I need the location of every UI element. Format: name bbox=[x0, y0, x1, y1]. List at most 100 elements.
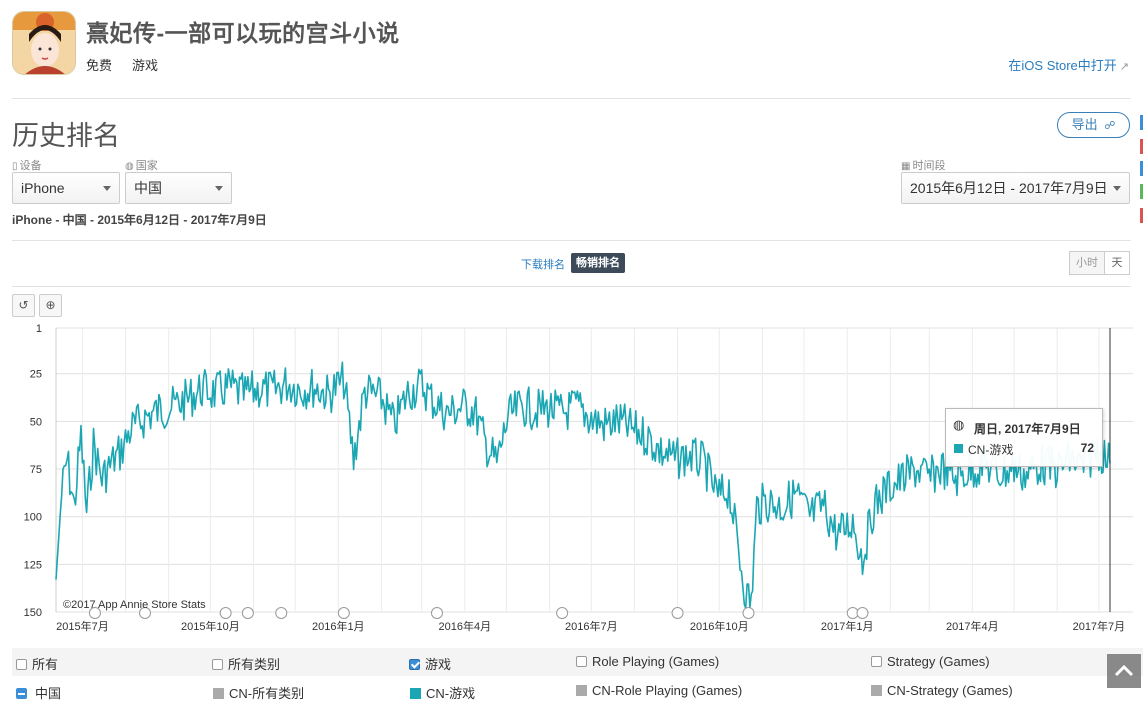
legend-cn-role-playing[interactable]: CN-Role Playing (Games) bbox=[576, 683, 742, 698]
series-legend-row: 中国 CN-所有类别 CN-游戏 CN-Role Playing (Games)… bbox=[12, 677, 1143, 705]
filter-all[interactable]: 所有 bbox=[16, 654, 58, 673]
chevron-down-icon bbox=[103, 186, 111, 191]
country-select-value: 中国 bbox=[134, 180, 162, 196]
y-tick-label: 1 bbox=[36, 323, 42, 335]
date-range-value: 2015年6月12日 - 2017年7月9日 bbox=[910, 180, 1108, 196]
collapse-icon[interactable] bbox=[16, 688, 27, 699]
x-tick-label: 2016年1月 bbox=[312, 619, 365, 633]
device-icon: ▯ bbox=[12, 161, 18, 172]
legend-cn-all-label: CN-所有类别 bbox=[229, 686, 305, 701]
filter-strategy[interactable]: Strategy (Games) bbox=[871, 654, 990, 669]
checkbox[interactable] bbox=[871, 656, 882, 667]
x-tick-label: 2017年7月 bbox=[1073, 619, 1126, 633]
calendar-icon: ▦ bbox=[901, 161, 911, 172]
tab-grossing-rank[interactable]: 畅销排名 bbox=[571, 253, 625, 273]
filter-games[interactable]: 游戏 bbox=[409, 654, 451, 673]
legend-cn-games[interactable]: CN-游戏 bbox=[410, 683, 475, 702]
chart-credit: ©2017 App Annie Store Stats bbox=[63, 599, 206, 611]
x-tick-label: 2015年7月 bbox=[56, 619, 109, 633]
event-marker-icon[interactable] bbox=[337, 607, 350, 619]
country-select[interactable]: 中国 bbox=[125, 172, 232, 204]
device-select[interactable]: iPhone bbox=[12, 172, 120, 204]
y-tick-label: 150 bbox=[24, 607, 42, 619]
event-marker-icon[interactable] bbox=[430, 607, 443, 619]
legend-cn-role-playing-label: CN-Role Playing (Games) bbox=[592, 683, 743, 698]
event-marker-icon[interactable] bbox=[856, 607, 869, 619]
series-line-cn-games[interactable] bbox=[55, 361, 1111, 609]
x-tick-label: 2015年10月 bbox=[181, 619, 240, 633]
filter-role-playing-label: Role Playing (Games) bbox=[592, 654, 720, 669]
selection-summary: iPhone - 中国 - 2015年6月12日 - 2017年7月9日 bbox=[12, 213, 267, 227]
filter-role-playing[interactable]: Role Playing (Games) bbox=[576, 654, 719, 669]
event-marker-icon[interactable] bbox=[742, 607, 755, 619]
x-tick-label: 2017年1月 bbox=[821, 619, 874, 633]
series-swatch bbox=[410, 688, 421, 699]
app-icon bbox=[12, 11, 76, 75]
open-in-ios-store-label: 在iOS Store中打开 bbox=[1008, 58, 1117, 73]
price-tag: 免费 bbox=[86, 58, 113, 73]
divider bbox=[12, 286, 1131, 287]
globe-icon: ◍ bbox=[125, 161, 134, 172]
y-tick-label: 100 bbox=[24, 512, 42, 524]
country-filter-label: ◍ 国家 bbox=[125, 157, 158, 173]
x-tick-label: 2016年4月 bbox=[439, 619, 492, 633]
page-title: 历史排名 bbox=[12, 121, 120, 151]
legend-country-toggle[interactable]: 中国 bbox=[16, 683, 61, 702]
reset-icon: ↺ bbox=[18, 298, 29, 312]
filter-all-categories-label: 所有类别 bbox=[228, 657, 281, 672]
external-link-icon: ↗ bbox=[1119, 61, 1129, 73]
device-label-text: 设备 bbox=[19, 160, 42, 172]
lock-icon: ☍ bbox=[1104, 120, 1116, 132]
chevron-down-icon bbox=[215, 186, 223, 191]
series-swatch bbox=[954, 444, 963, 453]
checkbox[interactable] bbox=[576, 656, 587, 667]
chevron-up-icon bbox=[1114, 664, 1134, 677]
series-swatch bbox=[871, 685, 882, 696]
category-tag[interactable]: 游戏 bbox=[132, 55, 158, 74]
chart-tooltip: ◍ 周日, 2017年7月9日 CN-游戏 72 bbox=[945, 408, 1103, 467]
open-in-ios-store-link[interactable]: 在iOS Store中打开 ↗ bbox=[1008, 55, 1129, 74]
export-button[interactable]: 导出 ☍ bbox=[1057, 112, 1130, 138]
filter-all-categories[interactable]: 所有类别 bbox=[212, 654, 280, 673]
divider bbox=[12, 240, 1131, 241]
legend-country-label: 中国 bbox=[35, 686, 62, 701]
x-tick-label: 2016年7月 bbox=[565, 619, 618, 633]
checkbox[interactable] bbox=[16, 659, 27, 670]
tab-download-rank[interactable]: 下载排名 bbox=[521, 256, 565, 272]
filter-all-label: 所有 bbox=[32, 657, 59, 672]
filter-games-label: 游戏 bbox=[425, 657, 452, 672]
legend-cn-strategy-label: CN-Strategy (Games) bbox=[887, 683, 1013, 698]
series-swatch bbox=[576, 685, 587, 696]
granularity-hour-button[interactable]: 小时 bbox=[1069, 251, 1105, 275]
event-marker-icon[interactable] bbox=[556, 607, 569, 619]
rank-chart[interactable]: 12550751001251502015年7月 2015年10月 2016年1月 20… bbox=[0, 318, 1143, 638]
legend-cn-games-label: CN-游戏 bbox=[426, 686, 476, 701]
event-marker-icon[interactable] bbox=[219, 607, 232, 619]
series-swatch bbox=[213, 688, 224, 699]
scroll-to-top-button[interactable] bbox=[1107, 654, 1141, 688]
legend-cn-all[interactable]: CN-所有类别 bbox=[213, 683, 304, 702]
tooltip-value: 72 bbox=[1080, 441, 1094, 455]
filter-strategy-label: Strategy (Games) bbox=[887, 654, 990, 669]
y-tick-label: 125 bbox=[24, 559, 42, 571]
event-marker-icon[interactable] bbox=[671, 607, 684, 619]
tooltip-date: 周日, 2017年7月9日 bbox=[974, 422, 1081, 436]
device-filter-label: ▯ 设备 bbox=[12, 157, 42, 173]
export-label: 导出 bbox=[1071, 117, 1098, 132]
event-marker-icon[interactable] bbox=[275, 607, 288, 619]
event-marker-icon[interactable] bbox=[241, 607, 254, 619]
granularity-day-button[interactable]: 天 bbox=[1104, 251, 1130, 275]
y-tick-label: 50 bbox=[30, 416, 42, 428]
y-tick-label: 75 bbox=[30, 464, 42, 476]
zoom-button[interactable]: ⊕ bbox=[39, 294, 62, 317]
reset-zoom-button[interactable]: ↺ bbox=[12, 294, 35, 317]
x-tick-label: 2016年10月 bbox=[690, 619, 749, 633]
checkbox[interactable] bbox=[212, 659, 223, 670]
checkbox-checked[interactable] bbox=[409, 659, 420, 670]
tooltip-series: CN-游戏 bbox=[968, 443, 1014, 457]
globe-icon: ◍ bbox=[953, 417, 965, 432]
chevron-down-icon bbox=[1113, 186, 1121, 191]
category-filter-row: 所有 所有类别 游戏 Role Playing (Games) Strategy… bbox=[12, 648, 1143, 676]
legend-cn-strategy[interactable]: CN-Strategy (Games) bbox=[871, 683, 1013, 698]
date-range-select[interactable]: 2015年6月12日 - 2017年7月9日 bbox=[901, 172, 1130, 204]
